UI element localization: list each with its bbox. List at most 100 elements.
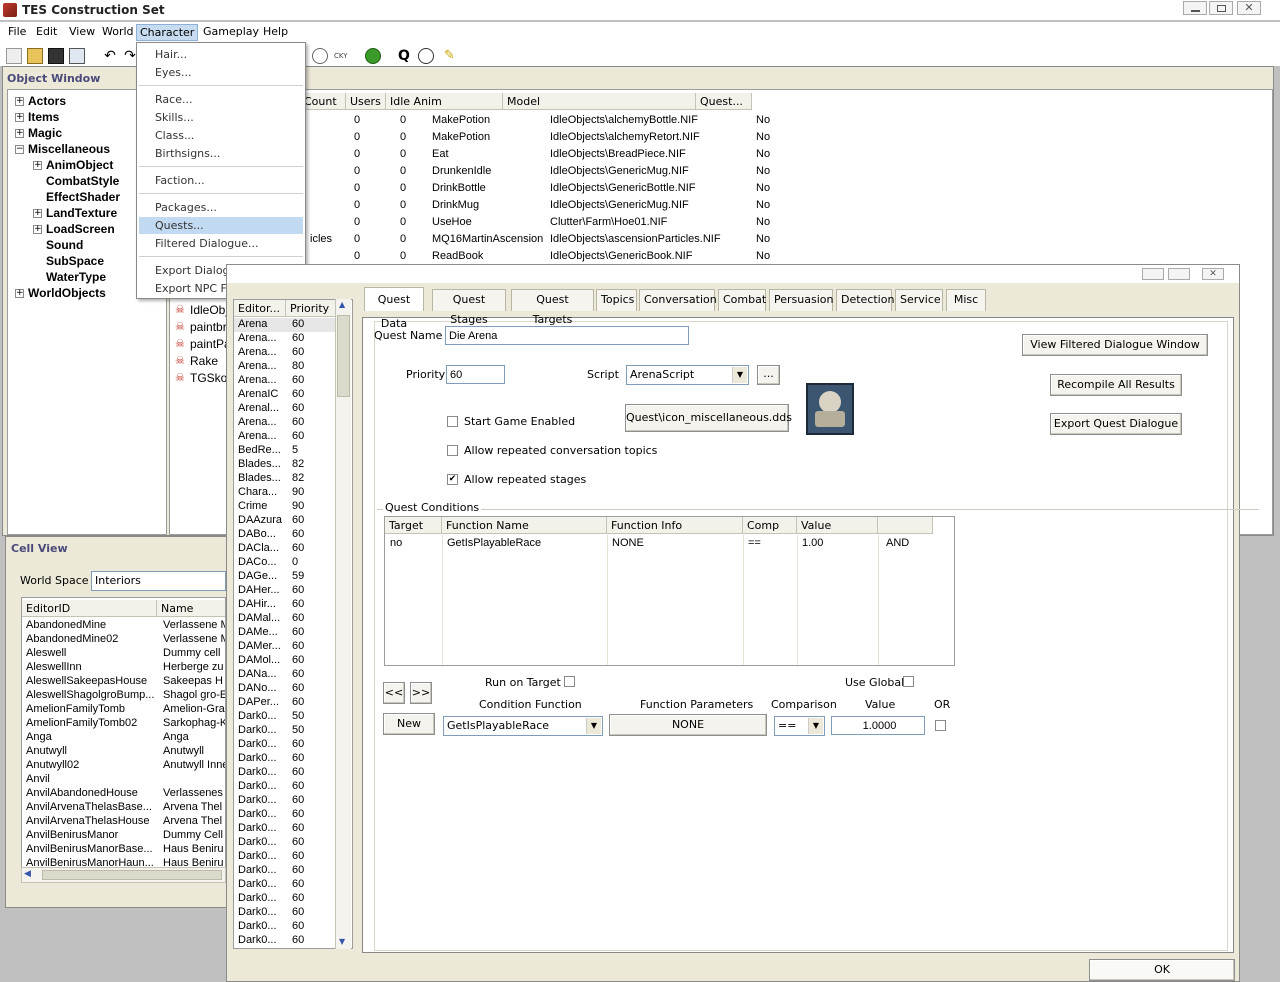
quest-row[interactable]: Arena... 60 <box>234 430 336 444</box>
world-space-select[interactable]: Interiors <box>91 571 226 591</box>
quest-row[interactable]: Arenal... 60 <box>234 402 336 416</box>
quest-row[interactable]: Dark0... 50 <box>234 710 336 724</box>
quest-row[interactable]: Dark0... 60 <box>234 836 336 850</box>
menu-world[interactable]: World <box>99 24 137 39</box>
quest-row[interactable]: Dark0... 60 <box>234 892 336 906</box>
menu-item-packages[interactable]: Packages... <box>155 201 217 214</box>
expand-icon[interactable]: + <box>33 225 42 234</box>
tree-item-combatstyle[interactable]: CombatStyle <box>46 174 119 188</box>
expand-icon[interactable]: + <box>15 129 24 138</box>
quest-row[interactable]: Dark0... 60 <box>234 934 336 948</box>
cond-col-value[interactable]: Value <box>797 517 878 534</box>
tree-item-items[interactable]: Items <box>28 110 59 124</box>
quest-list-vscrollbar[interactable]: ▲ ▼ <box>335 299 351 949</box>
export-dialogue-button[interactable]: Export Quest Dialogue <box>1050 413 1182 435</box>
quest-row[interactable]: BedRe... 5 <box>234 444 336 458</box>
condition-value-input[interactable] <box>831 716 925 735</box>
priority-input[interactable] <box>446 365 505 384</box>
quest-row[interactable]: DACla... 60 <box>234 542 336 556</box>
quest-icon[interactable]: Q <box>396 48 412 64</box>
table-row[interactable]: 0 0 ReadBook IdleObjects\GenericBook.NIF No <box>170 248 1270 265</box>
tab-conversation[interactable]: Conversation <box>639 289 717 311</box>
cond-col-logic[interactable] <box>878 517 933 534</box>
quest-col-priority[interactable]: Priority <box>286 300 336 317</box>
cell-list-hscrollbar[interactable]: ◀ <box>21 867 226 883</box>
cell-col-name[interactable]: Name <box>157 600 225 617</box>
tree-item-animobject[interactable]: AnimObject <box>46 158 113 172</box>
quest-row[interactable]: Dark0... 60 <box>234 906 336 920</box>
menu-item-hair[interactable]: Hair... <box>155 48 187 61</box>
quest-row[interactable]: DANa... 60 <box>234 668 336 682</box>
cond-col-comp[interactable]: Comp <box>743 517 797 534</box>
conditions-table[interactable]: Target Function Name Function Info Comp Valu… <box>384 516 955 666</box>
prev-condition-button[interactable]: << <box>383 682 405 704</box>
tab-persuasion[interactable]: Persuasion <box>769 289 833 311</box>
minimize-button[interactable] <box>1183 1 1207 15</box>
menu-item-filtereddialogue[interactable]: Filtered Dialogue... <box>155 237 259 250</box>
menu-help[interactable]: Help <box>260 24 291 39</box>
next-condition-button[interactable]: >> <box>410 682 432 704</box>
list-item[interactable]: AnvilArvenaThelasHouse Arvena Thel <box>22 815 225 829</box>
menu-item-race[interactable]: Race... <box>155 93 192 106</box>
collapse-icon[interactable]: − <box>15 145 24 154</box>
tab-detection[interactable]: Detection <box>836 289 894 311</box>
quest-row[interactable]: DAAzura 60 <box>234 514 336 528</box>
tab-combat[interactable]: Combat <box>718 289 766 311</box>
quest-row[interactable]: Dark0... 60 <box>234 738 336 752</box>
lower-item[interactable]: Rake <box>190 354 218 368</box>
list-item[interactable]: Anvil <box>22 773 225 787</box>
start-enabled-checkbox[interactable] <box>447 416 458 427</box>
list-item[interactable]: AleswellShagolgroBump... Shagol gro-E <box>22 689 225 703</box>
menu-item-eyes[interactable]: Eyes... <box>155 66 191 79</box>
tree-item-effectshader[interactable]: EffectShader <box>46 190 120 204</box>
quest-row[interactable]: DAGe... 59 <box>234 570 336 584</box>
menu-character[interactable]: Character <box>136 24 199 41</box>
quest-col-editorid[interactable]: Editor... <box>234 300 286 317</box>
tree-item-actors[interactable]: Actors <box>28 94 66 108</box>
quest-close-button[interactable]: ✕ <box>1202 268 1224 280</box>
run-on-target-checkbox[interactable] <box>564 676 575 687</box>
maximize-button[interactable] <box>1209 1 1233 15</box>
comparison-select[interactable]: == ▼ <box>774 716 825 736</box>
tab-topics[interactable]: Topics <box>596 289 637 311</box>
light-bulb-icon[interactable] <box>312 48 328 64</box>
recompile-results-button[interactable]: Recompile All Results <box>1050 374 1182 396</box>
quest-row[interactable]: Dark0... 50 <box>234 724 336 738</box>
repeat-stages-checkbox[interactable]: ✔ <box>447 474 458 485</box>
or-checkbox[interactable] <box>935 720 946 731</box>
edit-script-button[interactable]: ... <box>757 365 780 385</box>
object-col-idleanim[interactable]: Idle Anim <box>386 93 503 110</box>
tree-item-loadscreen[interactable]: LoadScreen <box>46 222 115 236</box>
quest-row[interactable]: Arena... 60 <box>234 374 336 388</box>
list-item[interactable]: AnvilBenirusManorBase... Haus Beniru <box>22 843 225 857</box>
cell-col-editorid[interactable]: EditorID <box>22 600 157 617</box>
tree-item-sound[interactable]: Sound <box>46 238 83 252</box>
table-row[interactable]: 0 0 DrunkenIdle IdleObjects\GenericMug.NIF N… <box>170 163 1270 180</box>
tab-misc[interactable]: Misc <box>946 289 986 311</box>
pencil-icon[interactable]: ✎ <box>444 48 460 64</box>
quest-row[interactable]: Arena... 60 <box>234 346 336 360</box>
quest-row[interactable]: Dark0... 60 <box>234 920 336 934</box>
scroll-down-icon[interactable]: ▼ <box>339 937 345 946</box>
tab-quest-targets[interactable]: Quest Targets <box>511 289 594 326</box>
quest-row[interactable]: DANo... 60 <box>234 682 336 696</box>
list-item[interactable]: AmelionFamilyTomb Amelion-Gral <box>22 703 225 717</box>
list-item[interactable]: Anga Anga <box>22 731 225 745</box>
quest-row[interactable]: Dark0... 60 <box>234 850 336 864</box>
quest-row[interactable]: Arena... 80 <box>234 360 336 374</box>
quest-row[interactable]: Crime 90 <box>234 500 336 514</box>
condition-row[interactable]: no GetIsPlayableRace NONE == 1.00 AND <box>385 536 954 551</box>
table-row[interactable]: 0 0 DrinkBottle IdleObjects\GenericBottle.N… <box>170 180 1270 197</box>
cond-col-function-info[interactable]: Function Info <box>607 517 743 534</box>
list-item[interactable]: AnvilAbandonedHouse Verlassenes <box>22 787 225 801</box>
cond-col-function-name[interactable]: Function Name <box>442 517 607 534</box>
quest-row[interactable]: ArenaIC 60 <box>234 388 336 402</box>
list-item[interactable]: AleswellSakeepasHouse Sakeepas H <box>22 675 225 689</box>
quest-row[interactable]: DAHer... 60 <box>234 584 336 598</box>
table-row[interactable]: 0 0 MQ16MartinAscension IdleObjects\ascensi… <box>170 231 1270 248</box>
preferences-icon[interactable] <box>69 48 85 64</box>
quest-row[interactable]: Arena... 60 <box>234 332 336 346</box>
table-row[interactable]: 0 0 MakePotion IdleObjects\alchemyBottle.NI… <box>170 112 1270 129</box>
table-row[interactable]: 0 0 UseHoe Clutter\Farm\Hoe01.NIF No <box>170 214 1270 231</box>
use-global-checkbox[interactable] <box>903 676 914 687</box>
